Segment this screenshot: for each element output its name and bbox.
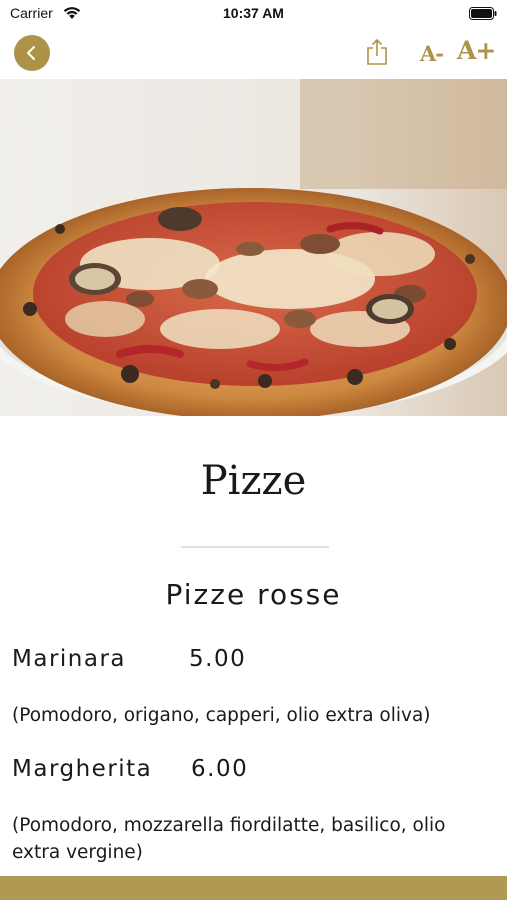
menu-item-description: (Pomodoro, origano, capperi, olio extra … bbox=[12, 705, 431, 726]
menu-item-price: 5.00 bbox=[189, 646, 247, 672]
title-divider bbox=[181, 546, 329, 548]
font-decrease-button[interactable]: A- bbox=[420, 41, 444, 66]
battery-icon bbox=[469, 7, 497, 20]
page-title: Pizze bbox=[200, 458, 307, 504]
font-increase-button[interactable]: A+ bbox=[457, 36, 496, 65]
section-title: Pizze rosse bbox=[165, 578, 342, 611]
clock: 10:37 AM bbox=[223, 5, 284, 21]
menu-item-name: Margherita bbox=[12, 756, 153, 782]
menu-item-price: 6.00 bbox=[191, 756, 249, 782]
bottom-bar bbox=[0, 876, 507, 900]
status-bar: Carrier 10:37 AM bbox=[0, 0, 507, 28]
menu-item-name: Marinara bbox=[12, 646, 127, 672]
share-icon[interactable] bbox=[366, 38, 388, 66]
chevron-left-icon bbox=[27, 46, 35, 60]
hero-image bbox=[0, 79, 507, 416]
nav-bar: A- A+ bbox=[0, 28, 507, 78]
back-button[interactable] bbox=[14, 35, 50, 71]
pizza-photo bbox=[0, 79, 507, 416]
menu-item-description: (Pomodoro, mozzarella fiordilatte, basil… bbox=[12, 815, 446, 863]
